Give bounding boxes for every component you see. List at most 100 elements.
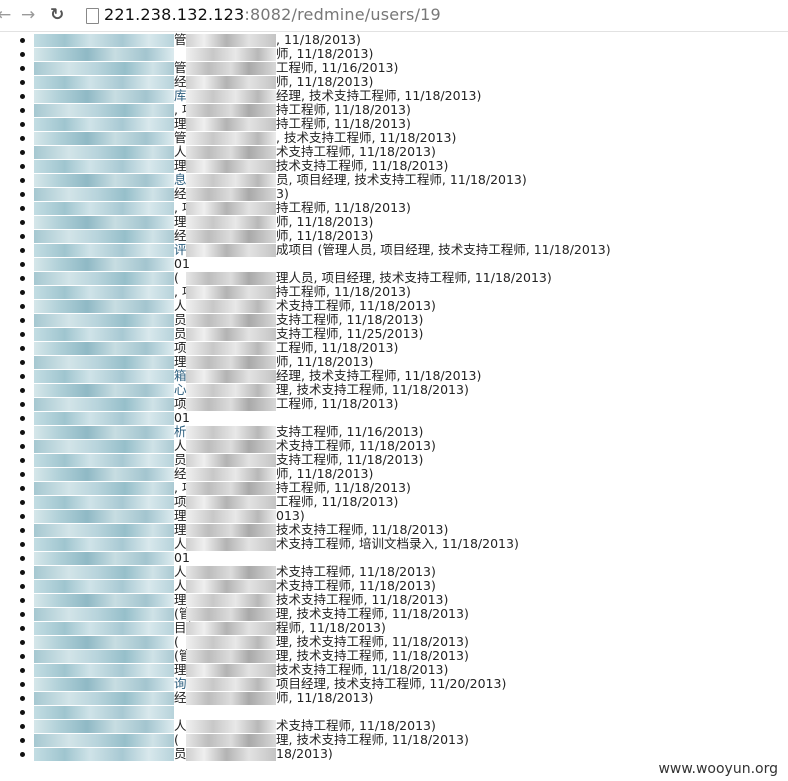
redacted-project-name[interactable] <box>34 216 174 229</box>
redacted-project-name[interactable] <box>34 342 174 355</box>
bullet-icon <box>20 612 25 617</box>
redacted-project-name[interactable] <box>34 244 174 257</box>
redacted-project-name[interactable] <box>34 258 174 271</box>
redacted-project-name[interactable] <box>34 104 174 117</box>
redacted-role-text <box>186 370 276 383</box>
redacted-project-name[interactable] <box>34 510 174 523</box>
redacted-project-name[interactable] <box>34 482 174 495</box>
redacted-project-name[interactable] <box>34 426 174 439</box>
roles-and-date: 工程师, 11/18/2013) <box>276 494 399 509</box>
redacted-project-name[interactable] <box>34 678 174 691</box>
roles-and-date: 支持工程师, 11/18/2013) <box>276 312 424 327</box>
project-name-fragment[interactable]: 评 <box>174 243 187 257</box>
redacted-project-name[interactable] <box>34 608 174 621</box>
redacted-project-name[interactable] <box>34 552 174 565</box>
redacted-project-name[interactable] <box>34 118 174 131</box>
redacted-project-name[interactable] <box>34 90 174 103</box>
redacted-project-name[interactable] <box>34 146 174 159</box>
forward-arrow-icon[interactable]: → <box>21 4 35 26</box>
redacted-project-name[interactable] <box>34 230 174 243</box>
roles-and-date: 持工程师, 11/18/2013) <box>276 116 411 131</box>
reload-icon[interactable]: ↻ <box>50 4 64 26</box>
project-name-fragment[interactable]: 析 <box>174 425 187 439</box>
back-arrow-icon[interactable]: ← <box>0 4 11 26</box>
redacted-project-name[interactable] <box>34 356 174 369</box>
redacted-project-name[interactable] <box>34 328 174 341</box>
bullet-icon <box>20 598 25 603</box>
project-name-fragment: 人 <box>174 298 187 313</box>
redacted-project-name[interactable] <box>34 650 174 663</box>
redacted-project-name[interactable] <box>34 314 174 327</box>
redacted-project-name[interactable] <box>34 566 174 579</box>
redacted-project-name[interactable] <box>34 160 174 173</box>
project-name-fragment[interactable]: 询 <box>174 677 187 691</box>
roles-and-date: 工程师, 11/18/2013) <box>276 340 399 355</box>
redacted-project-name[interactable] <box>34 412 174 425</box>
redacted-project-name[interactable] <box>34 300 174 313</box>
redacted-role-text <box>186 160 276 173</box>
roles-and-date: 支持工程师, 11/16/2013) <box>276 424 424 439</box>
project-name-fragment: 员 <box>174 326 187 341</box>
redacted-role-text <box>186 62 276 75</box>
redacted-project-name[interactable] <box>34 174 174 187</box>
project-name-fragment: 人 <box>174 564 187 579</box>
redacted-project-name[interactable] <box>34 62 174 75</box>
redacted-project-name[interactable] <box>34 636 174 649</box>
roles-and-date: 3) <box>276 186 289 201</box>
redacted-project-name[interactable] <box>34 286 174 299</box>
project-name-fragment: 01 <box>174 550 190 565</box>
redacted-project-name[interactable] <box>34 720 174 733</box>
project-name-fragment[interactable]: 库 <box>174 89 187 103</box>
project-name-fragment: ( <box>174 270 179 285</box>
bullet-icon <box>20 150 25 155</box>
redacted-role-text <box>186 48 276 61</box>
redacted-project-name[interactable] <box>34 370 174 383</box>
redacted-project-name[interactable] <box>34 454 174 467</box>
redacted-project-name[interactable] <box>34 202 174 215</box>
roles-and-date: 18/2013) <box>276 746 333 761</box>
redacted-project-name[interactable] <box>34 594 174 607</box>
redacted-project-name[interactable] <box>34 692 174 705</box>
redacted-project-name[interactable] <box>34 664 174 677</box>
roles-and-date: 成项目 (管理人员, 项目经理, 技术支持工程师, 11/18/2013) <box>276 242 611 257</box>
redacted-project-name[interactable] <box>34 496 174 509</box>
bullet-icon <box>20 220 25 225</box>
project-name-fragment[interactable]: 箱 <box>174 369 187 383</box>
url-text[interactable]: 221.238.132.123:8082/redmine/users/19 <box>104 5 441 25</box>
project-name-fragment[interactable]: 息 <box>174 173 187 187</box>
redacted-project-name[interactable] <box>34 734 174 747</box>
redacted-project-name[interactable] <box>34 538 174 551</box>
redacted-project-name[interactable] <box>34 622 174 635</box>
redacted-role-text <box>186 608 276 621</box>
list-item: (理人员, 项目经理, 技术支持工程师, 11/18/2013) <box>0 271 788 285</box>
redacted-project-name[interactable] <box>34 706 174 719</box>
bullet-icon <box>20 178 25 183</box>
project-name-fragment: 理 <box>174 214 187 229</box>
redacted-project-name[interactable] <box>34 468 174 481</box>
list-item: 人 术支持工程师, 11/18/2013) <box>0 579 788 593</box>
address-bar[interactable]: 221.238.132.123:8082/redmine/users/19 <box>78 3 783 27</box>
project-name-fragment: 经 <box>174 74 187 89</box>
redacted-project-name[interactable] <box>34 188 174 201</box>
redacted-project-name[interactable] <box>34 384 174 397</box>
bullet-icon <box>20 276 25 281</box>
redacted-project-name[interactable] <box>34 748 174 761</box>
list-item: 项 工程师, 11/18/2013) <box>0 341 788 355</box>
redacted-project-name[interactable] <box>34 524 174 537</box>
redacted-project-name[interactable] <box>34 440 174 453</box>
list-item: 理 技术支持工程师, 11/18/2013) <box>0 663 788 677</box>
redacted-role-text <box>186 188 276 201</box>
redacted-project-name[interactable] <box>34 48 174 61</box>
redacted-project-name[interactable] <box>34 398 174 411</box>
bullet-icon <box>20 248 25 253</box>
redacted-project-name[interactable] <box>34 272 174 285</box>
redacted-project-name[interactable] <box>34 34 174 47</box>
redacted-project-name[interactable] <box>34 580 174 593</box>
roles-and-date: 技术支持工程师, 11/18/2013) <box>276 522 449 537</box>
bullet-icon <box>20 402 25 407</box>
redacted-project-name[interactable] <box>34 76 174 89</box>
bullet-icon <box>20 724 25 729</box>
redacted-role-text <box>186 76 276 89</box>
redacted-project-name[interactable] <box>34 132 174 145</box>
project-name-fragment[interactable]: 心 <box>174 383 187 397</box>
